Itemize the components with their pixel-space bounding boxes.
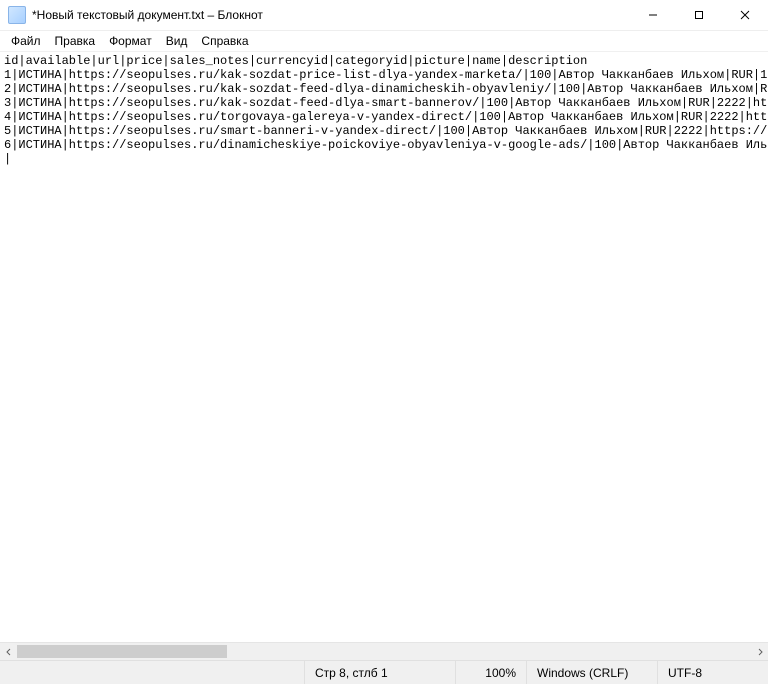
text-content[interactable]: id|available|url|price|sales_notes|curre… — [4, 54, 764, 166]
menu-help[interactable]: Справка — [194, 33, 255, 49]
app-icon — [8, 6, 26, 24]
statusbar: Стр 8, стлб 1 100% Windows (CRLF) UTF-8 — [0, 660, 768, 684]
close-button[interactable] — [722, 0, 768, 30]
scroll-thumb[interactable] — [17, 645, 227, 658]
menubar: Файл Правка Формат Вид Справка — [0, 31, 768, 51]
content-wrap: id|available|url|price|sales_notes|curre… — [0, 51, 768, 660]
menu-view[interactable]: Вид — [159, 33, 195, 49]
scroll-left-button[interactable] — [0, 643, 17, 660]
menu-format[interactable]: Формат — [102, 33, 159, 49]
window-title: *Новый текстовый документ.txt – Блокнот — [32, 8, 263, 22]
scroll-right-button[interactable] — [751, 643, 768, 660]
minimize-button[interactable] — [630, 0, 676, 30]
status-zoom: 100% — [455, 661, 526, 684]
scroll-track[interactable] — [17, 643, 751, 660]
text-area[interactable]: id|available|url|price|sales_notes|curre… — [0, 52, 768, 642]
maximize-button[interactable] — [676, 0, 722, 30]
horizontal-scrollbar[interactable] — [0, 642, 768, 660]
menu-edit[interactable]: Правка — [48, 33, 103, 49]
titlebar[interactable]: *Новый текстовый документ.txt – Блокнот — [0, 0, 768, 31]
notepad-window: *Новый текстовый документ.txt – Блокнот … — [0, 0, 768, 684]
status-eol: Windows (CRLF) — [526, 661, 657, 684]
status-encoding: UTF-8 — [657, 661, 768, 684]
status-position: Стр 8, стлб 1 — [304, 661, 455, 684]
menu-file[interactable]: Файл — [4, 33, 48, 49]
